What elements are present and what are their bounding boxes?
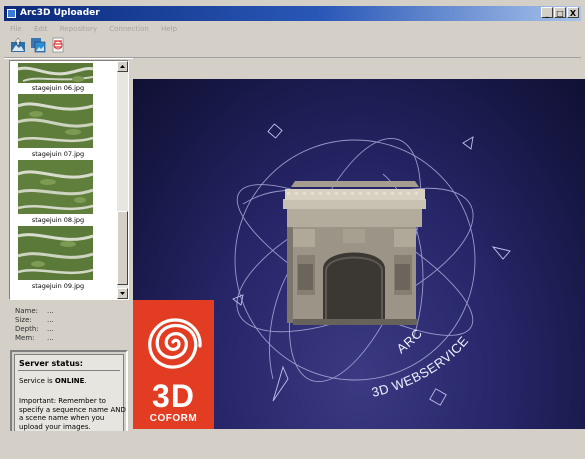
upload-icon[interactable] [10, 37, 26, 53]
window-title: Arc3D Uploader [20, 8, 100, 18]
thumbnail-label: stagejuin 06.jpg [31, 84, 85, 92]
diamond-ornament [462, 136, 474, 150]
scrollbar-thumb[interactable] [117, 211, 128, 285]
info-mem-value: ... [47, 334, 54, 342]
maximize-button[interactable]: □ [554, 7, 566, 18]
menu-help[interactable]: Help [161, 25, 177, 33]
info-depth-label: Depth: [15, 325, 39, 333]
app-icon [7, 9, 16, 18]
thumbnail-image[interactable] [18, 94, 93, 148]
arc-label: ARC [394, 325, 426, 356]
minimize-button[interactable]: _ [541, 7, 553, 18]
info-name-row: Name:... [15, 307, 54, 316]
window-controls: _ □ X [540, 7, 579, 22]
scroll-up-button[interactable] [117, 61, 128, 72]
info-size-value: ... [47, 316, 54, 324]
new-document-icon[interactable] [50, 37, 66, 53]
info-depth-row: Depth:... [15, 325, 54, 334]
thumbnail-scrollbar[interactable] [117, 61, 128, 299]
toolbar [10, 37, 70, 55]
menu-edit[interactable]: Edit [34, 25, 48, 33]
server-status-inner: Server status: Service is ONLINE. Import… [14, 354, 126, 438]
diamond-ornament [267, 123, 283, 139]
diamond-ornament [272, 365, 289, 402]
logo-3d-text: 3D [152, 378, 195, 414]
coform-logo: 3D COFORM [133, 300, 214, 429]
images-icon[interactable] [30, 37, 46, 53]
title-bar: Arc3D Uploader _ □ X [4, 6, 581, 21]
close-button[interactable]: X [567, 7, 579, 18]
thumbnail-image[interactable] [18, 226, 93, 280]
menu-repository[interactable]: Repository [60, 25, 97, 33]
info-size-label: Size: [15, 316, 32, 324]
thumbnail-list[interactable]: stagejuin 06.jpg stagejuin 07.jpg stagej… [9, 60, 129, 300]
image-info: Name:... Size:... Depth:... Mem:... [9, 302, 129, 346]
info-mem-row: Mem:... [15, 334, 54, 343]
scroll-down-button[interactable] [117, 288, 128, 299]
status-note: Important: Remember to specify a sequenc… [19, 397, 126, 431]
server-status-title: Server status: [19, 359, 83, 368]
info-mem-label: Mem: [15, 334, 35, 342]
diamond-ornament [429, 388, 447, 406]
menu-file[interactable]: File [10, 25, 22, 33]
menu-bar: File Edit Repository Connection Help [4, 22, 581, 36]
arc-de-triomphe-model [283, 181, 426, 325]
status-divider [18, 370, 120, 371]
webservice-label: 3D WEBSERVICE [370, 333, 471, 400]
menu-connection[interactable]: Connection [109, 25, 149, 33]
service-suffix: . [84, 377, 87, 385]
main-canvas-area: ARC 3D WEBSERVICE 3D COFORM [133, 58, 585, 429]
render-view[interactable]: ARC 3D WEBSERVICE 3D COFORM [133, 79, 585, 429]
service-status-line: Service is ONLINE. [19, 377, 87, 385]
thumbnail-label: stagejuin 08.jpg [31, 216, 85, 224]
thumbnail-label: stagejuin 07.jpg [31, 150, 85, 158]
info-depth-value: ... [47, 325, 54, 333]
spiral-icon [148, 318, 202, 369]
diamond-ornament [491, 246, 511, 260]
logo-coform-text: COFORM [149, 413, 198, 424]
service-state: ONLINE [54, 377, 85, 385]
thumbnail-label: stagejuin 09.jpg [31, 282, 85, 290]
thumbnail-image[interactable] [18, 63, 93, 83]
info-size-row: Size:... [15, 316, 54, 325]
info-name-value: ... [47, 307, 54, 315]
status-bar [0, 431, 585, 459]
service-prefix: Service is [19, 377, 53, 385]
thumbnail-image[interactable] [18, 160, 93, 214]
server-status-panel: Server status: Service is ONLINE. Import… [10, 350, 128, 442]
info-name-label: Name: [15, 307, 39, 315]
